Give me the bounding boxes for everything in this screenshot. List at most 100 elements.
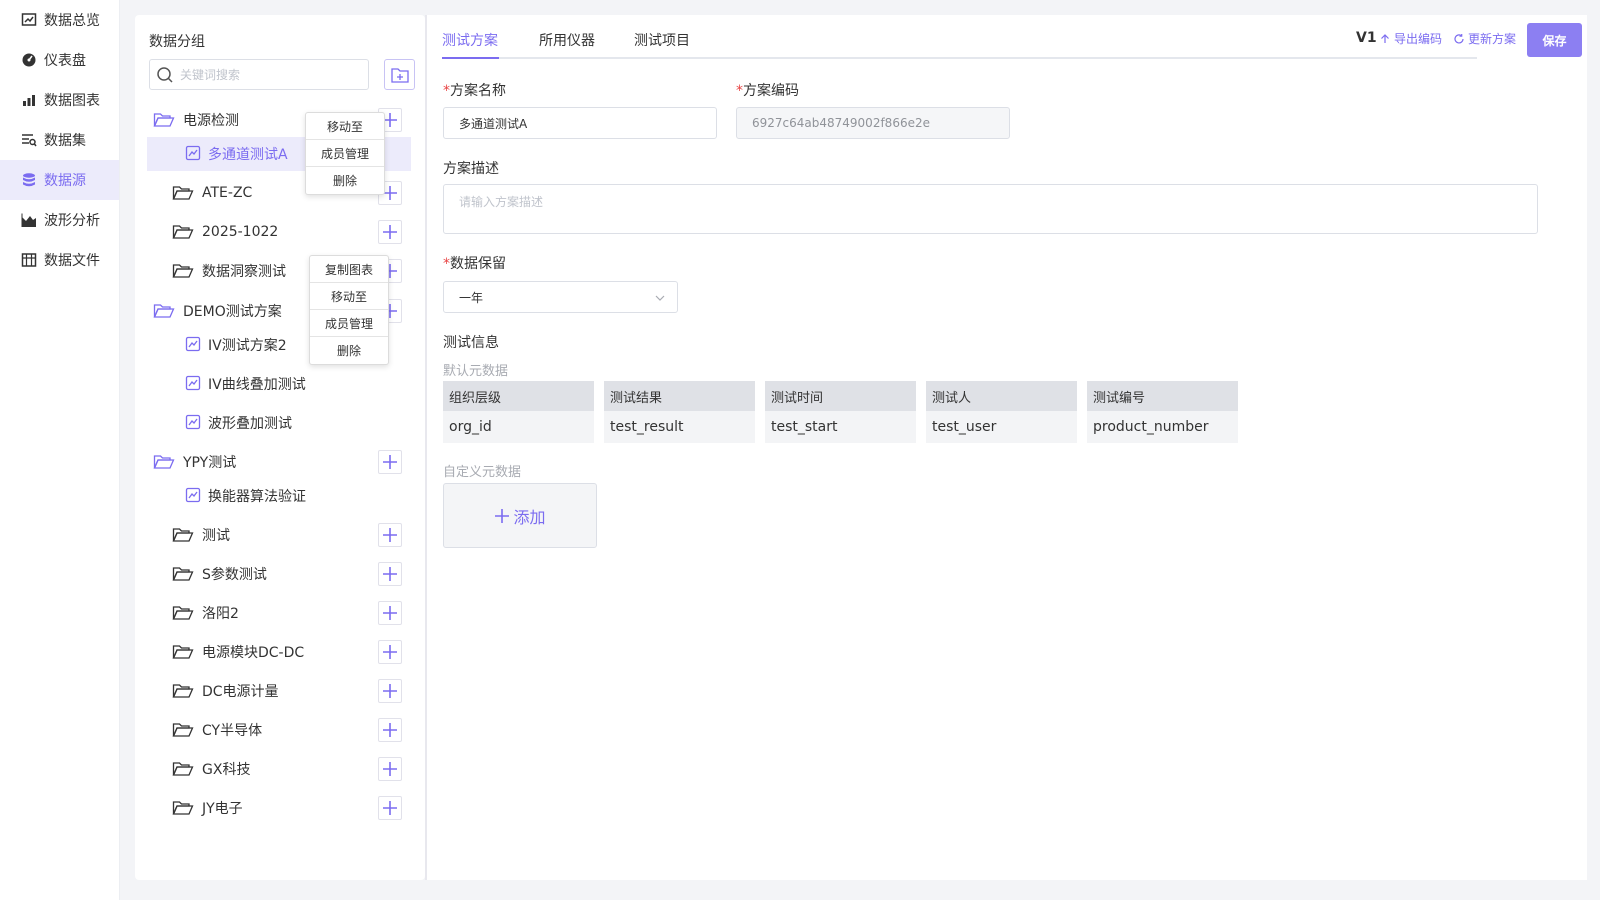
update-scheme-link[interactable]: 更新方案 [1453, 30, 1516, 47]
tree-folder[interactable]: 数据洞察测试 [172, 254, 286, 288]
refresh-icon [1454, 33, 1464, 43]
add-item-button[interactable] [378, 523, 402, 547]
search-icon [157, 66, 173, 83]
tab-test-items[interactable]: 测试项目 [634, 30, 690, 50]
add-item-button[interactable] [378, 450, 402, 474]
dashboard-icon [20, 51, 38, 69]
tree-folder[interactable]: DEMO测试方案 [153, 294, 282, 328]
export-code-link[interactable]: 导出编码 [1379, 30, 1442, 47]
nav-item-charts[interactable]: 数据图表 [0, 80, 119, 120]
menu-item-members[interactable]: 成员管理 [310, 310, 388, 337]
plus-icon [495, 508, 510, 523]
chart-file-icon [185, 487, 201, 505]
add-item-button[interactable] [378, 757, 402, 781]
add-item-button[interactable] [378, 601, 402, 625]
menu-item-copy-chart[interactable]: 复制图表 [310, 256, 388, 283]
folder-icon [172, 643, 194, 661]
plus-icon [383, 762, 397, 776]
tree-label: 电源检测 [183, 113, 239, 129]
nav-item-overview[interactable]: 数据总览 [0, 0, 119, 40]
version-label: V1 [1356, 30, 1377, 46]
add-item-button[interactable] [378, 640, 402, 664]
folder-icon [172, 526, 194, 544]
tab-bar: 测试方案 所用仪器 测试项目 [442, 15, 1477, 59]
plus-icon [383, 723, 397, 737]
tree-label: 测试 [202, 528, 230, 544]
main-content: 测试方案 所用仪器 测试项目 V1 导出编码 更新方案 保存 *方案名称 多通道… [427, 15, 1587, 880]
chart-file-icon [185, 414, 201, 432]
tab-instruments[interactable]: 所用仪器 [539, 30, 595, 50]
tree-label: GX科技 [202, 762, 251, 778]
data-retention-select[interactable]: 一年 [443, 281, 678, 313]
files-icon [20, 251, 38, 269]
scheme-desc-textarea[interactable]: 请输入方案描述 [443, 184, 1538, 234]
meta-header: 组织层级 [443, 381, 594, 411]
required-mark: * [443, 256, 450, 272]
tree-label: IV测试方案2 [208, 338, 287, 354]
tree-folder[interactable]: 洛阳2 [172, 596, 239, 630]
add-item-button[interactable] [378, 220, 402, 244]
tree-item[interactable]: 换能器算法验证 [185, 479, 306, 513]
data-retention-label: *数据保留 [443, 253, 506, 273]
tree-label: ATE-ZC [202, 185, 253, 201]
add-folder-button[interactable] [384, 59, 415, 90]
plus-icon [383, 645, 397, 659]
tree-label: JY电子 [202, 801, 243, 817]
nav-item-dataset[interactable]: 数据集 [0, 120, 119, 160]
add-custom-meta-button[interactable]: 添加 [443, 483, 597, 548]
plus-icon [383, 528, 397, 542]
tree-folder[interactable]: ATE-ZC [172, 176, 252, 210]
save-button[interactable]: 保存 [1527, 23, 1582, 57]
meta-column: 测试时间 test_start [765, 381, 916, 443]
nav-label: 数据总览 [44, 13, 100, 29]
upload-icon [1381, 33, 1389, 43]
menu-item-delete[interactable]: 删除 [306, 167, 384, 194]
folder-icon [172, 799, 194, 817]
add-item-button[interactable] [378, 562, 402, 586]
nav-label: 波形分析 [44, 213, 100, 229]
custom-meta-heading: 自定义元数据 [443, 465, 522, 480]
context-menu-folder: 移动至 成员管理 删除 [305, 112, 385, 195]
tree-folder[interactable]: DC电源计量 [172, 674, 279, 708]
tree-folder[interactable]: 电源模块DC-DC [172, 635, 304, 669]
tree-folder[interactable]: 电源检测 [153, 103, 239, 137]
menu-item-move[interactable]: 移动至 [310, 283, 388, 310]
tree-label: DEMO测试方案 [183, 304, 282, 320]
menu-item-move[interactable]: 移动至 [306, 113, 384, 140]
add-item-button[interactable] [378, 679, 402, 703]
tree-folder[interactable]: JY电子 [172, 791, 243, 825]
tree-folder[interactable]: 2025-1022 [172, 215, 278, 249]
nav-item-dashboard[interactable]: 仪表盘 [0, 40, 119, 80]
tree-item[interactable]: IV曲线叠加测试 [185, 367, 306, 401]
menu-item-delete[interactable]: 删除 [310, 337, 388, 364]
tree-folder[interactable]: S参数测试 [172, 557, 267, 591]
nav-item-files[interactable]: 数据文件 [0, 240, 119, 280]
add-item-button[interactable] [378, 796, 402, 820]
plus-icon [383, 225, 397, 239]
main-nav: 数据总览 仪表盘 数据图表 数据集 数据源 波形分析 数据文件 [0, 0, 120, 900]
scheme-name-input[interactable]: 多通道测试A [443, 107, 717, 139]
tree-item[interactable]: 波形叠加测试 [185, 406, 292, 440]
menu-item-members[interactable]: 成员管理 [306, 140, 384, 167]
update-label: 更新方案 [1468, 32, 1517, 46]
add-label: 添加 [513, 507, 546, 527]
tree-folder[interactable]: CY半导体 [172, 713, 262, 747]
meta-header: 测试结果 [604, 381, 755, 411]
nav-item-waveform[interactable]: 波形分析 [0, 200, 119, 240]
tree-label: 2025-1022 [202, 224, 279, 240]
folder-icon [172, 604, 194, 622]
tab-scheme[interactable]: 测试方案 [442, 30, 498, 50]
tree-item[interactable]: IV测试方案2 [185, 328, 287, 362]
meta-value: test_user [926, 411, 1077, 443]
folder-icon [172, 262, 194, 280]
tree-label: IV曲线叠加测试 [208, 377, 306, 393]
tree-folder[interactable]: GX科技 [172, 752, 250, 786]
add-item-button[interactable] [378, 718, 402, 742]
tree-folder[interactable]: 测试 [172, 518, 230, 552]
tree-label: CY半导体 [202, 723, 263, 739]
nav-label: 数据图表 [44, 93, 100, 109]
scheme-desc-label: 方案描述 [443, 161, 499, 177]
nav-item-datasource[interactable]: 数据源 [0, 160, 119, 200]
tree-folder[interactable]: YPY测试 [153, 445, 236, 479]
search-input[interactable]: 关键词搜索 [149, 59, 369, 90]
